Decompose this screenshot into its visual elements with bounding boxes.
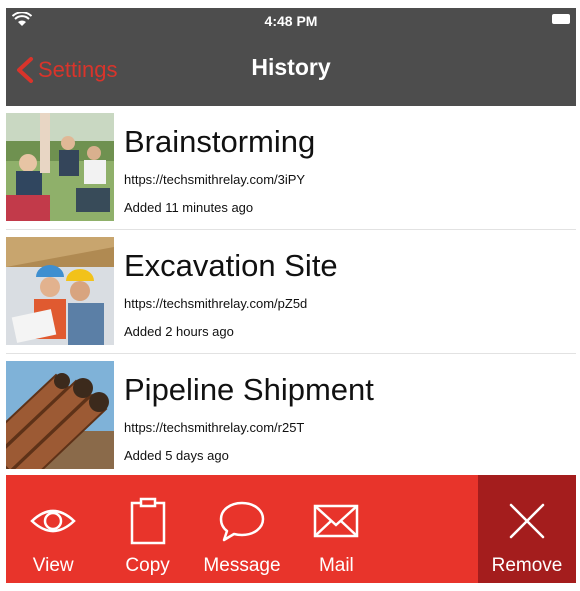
copy-button[interactable]: Copy	[100, 475, 194, 583]
message-button[interactable]: Message	[195, 475, 289, 583]
item-title: Brainstorming	[124, 124, 316, 159]
mail-button-label: Mail	[318, 555, 354, 576]
battery-icon	[552, 14, 570, 24]
remove-button-label: Remove	[491, 555, 563, 576]
item-title: Pipeline Shipment	[124, 372, 374, 407]
navigation-bar: Settings History	[6, 34, 576, 106]
view-button-label: View	[32, 555, 74, 576]
remove-button[interactable]: Remove	[478, 475, 576, 583]
item-added-time: Added 2 hours ago	[124, 324, 234, 339]
status-bar: 4:48 PM	[6, 8, 576, 34]
item-url: https://techsmithrelay.com/3iPY	[124, 172, 306, 187]
message-button-label: Message	[203, 555, 281, 576]
page-title: History	[251, 54, 331, 80]
envelope-icon	[314, 504, 359, 538]
clipboard-icon	[130, 497, 165, 545]
item-url: https://techsmithrelay.com/pZ5d	[124, 296, 308, 311]
item-added-time: Added 5 days ago	[124, 448, 229, 463]
history-list: Brainstorming https://techsmithrelay.com…	[6, 106, 576, 478]
mail-button[interactable]: Mail	[289, 475, 383, 583]
history-screen: 4:48 PM Settings History Brainstorming h…	[6, 8, 576, 583]
list-item[interactable]: Brainstorming https://techsmithrelay.com…	[6, 106, 576, 230]
people-outdoors-photo-icon	[6, 113, 114, 221]
list-item[interactable]: Excavation Site https://techsmithrelay.c…	[6, 230, 576, 354]
status-time: 4:48 PM	[264, 13, 318, 29]
item-title: Excavation Site	[124, 248, 338, 283]
pipes-photo-icon	[6, 361, 114, 469]
close-icon	[509, 503, 545, 539]
construction-workers-photo-icon	[6, 237, 114, 345]
eye-icon	[30, 509, 77, 533]
view-button[interactable]: View	[6, 475, 100, 583]
list-item[interactable]: Pipeline Shipment https://techsmithrelay…	[6, 354, 576, 478]
copy-button-label: Copy	[125, 555, 170, 576]
speech-bubble-icon	[219, 501, 265, 542]
action-bar: View Copy Message Mail Remove	[6, 475, 576, 583]
item-url: https://techsmithrelay.com/r25T	[124, 420, 305, 435]
item-added-time: Added 11 minutes ago	[124, 200, 254, 215]
top-bar: 4:48 PM Settings History	[6, 8, 576, 106]
